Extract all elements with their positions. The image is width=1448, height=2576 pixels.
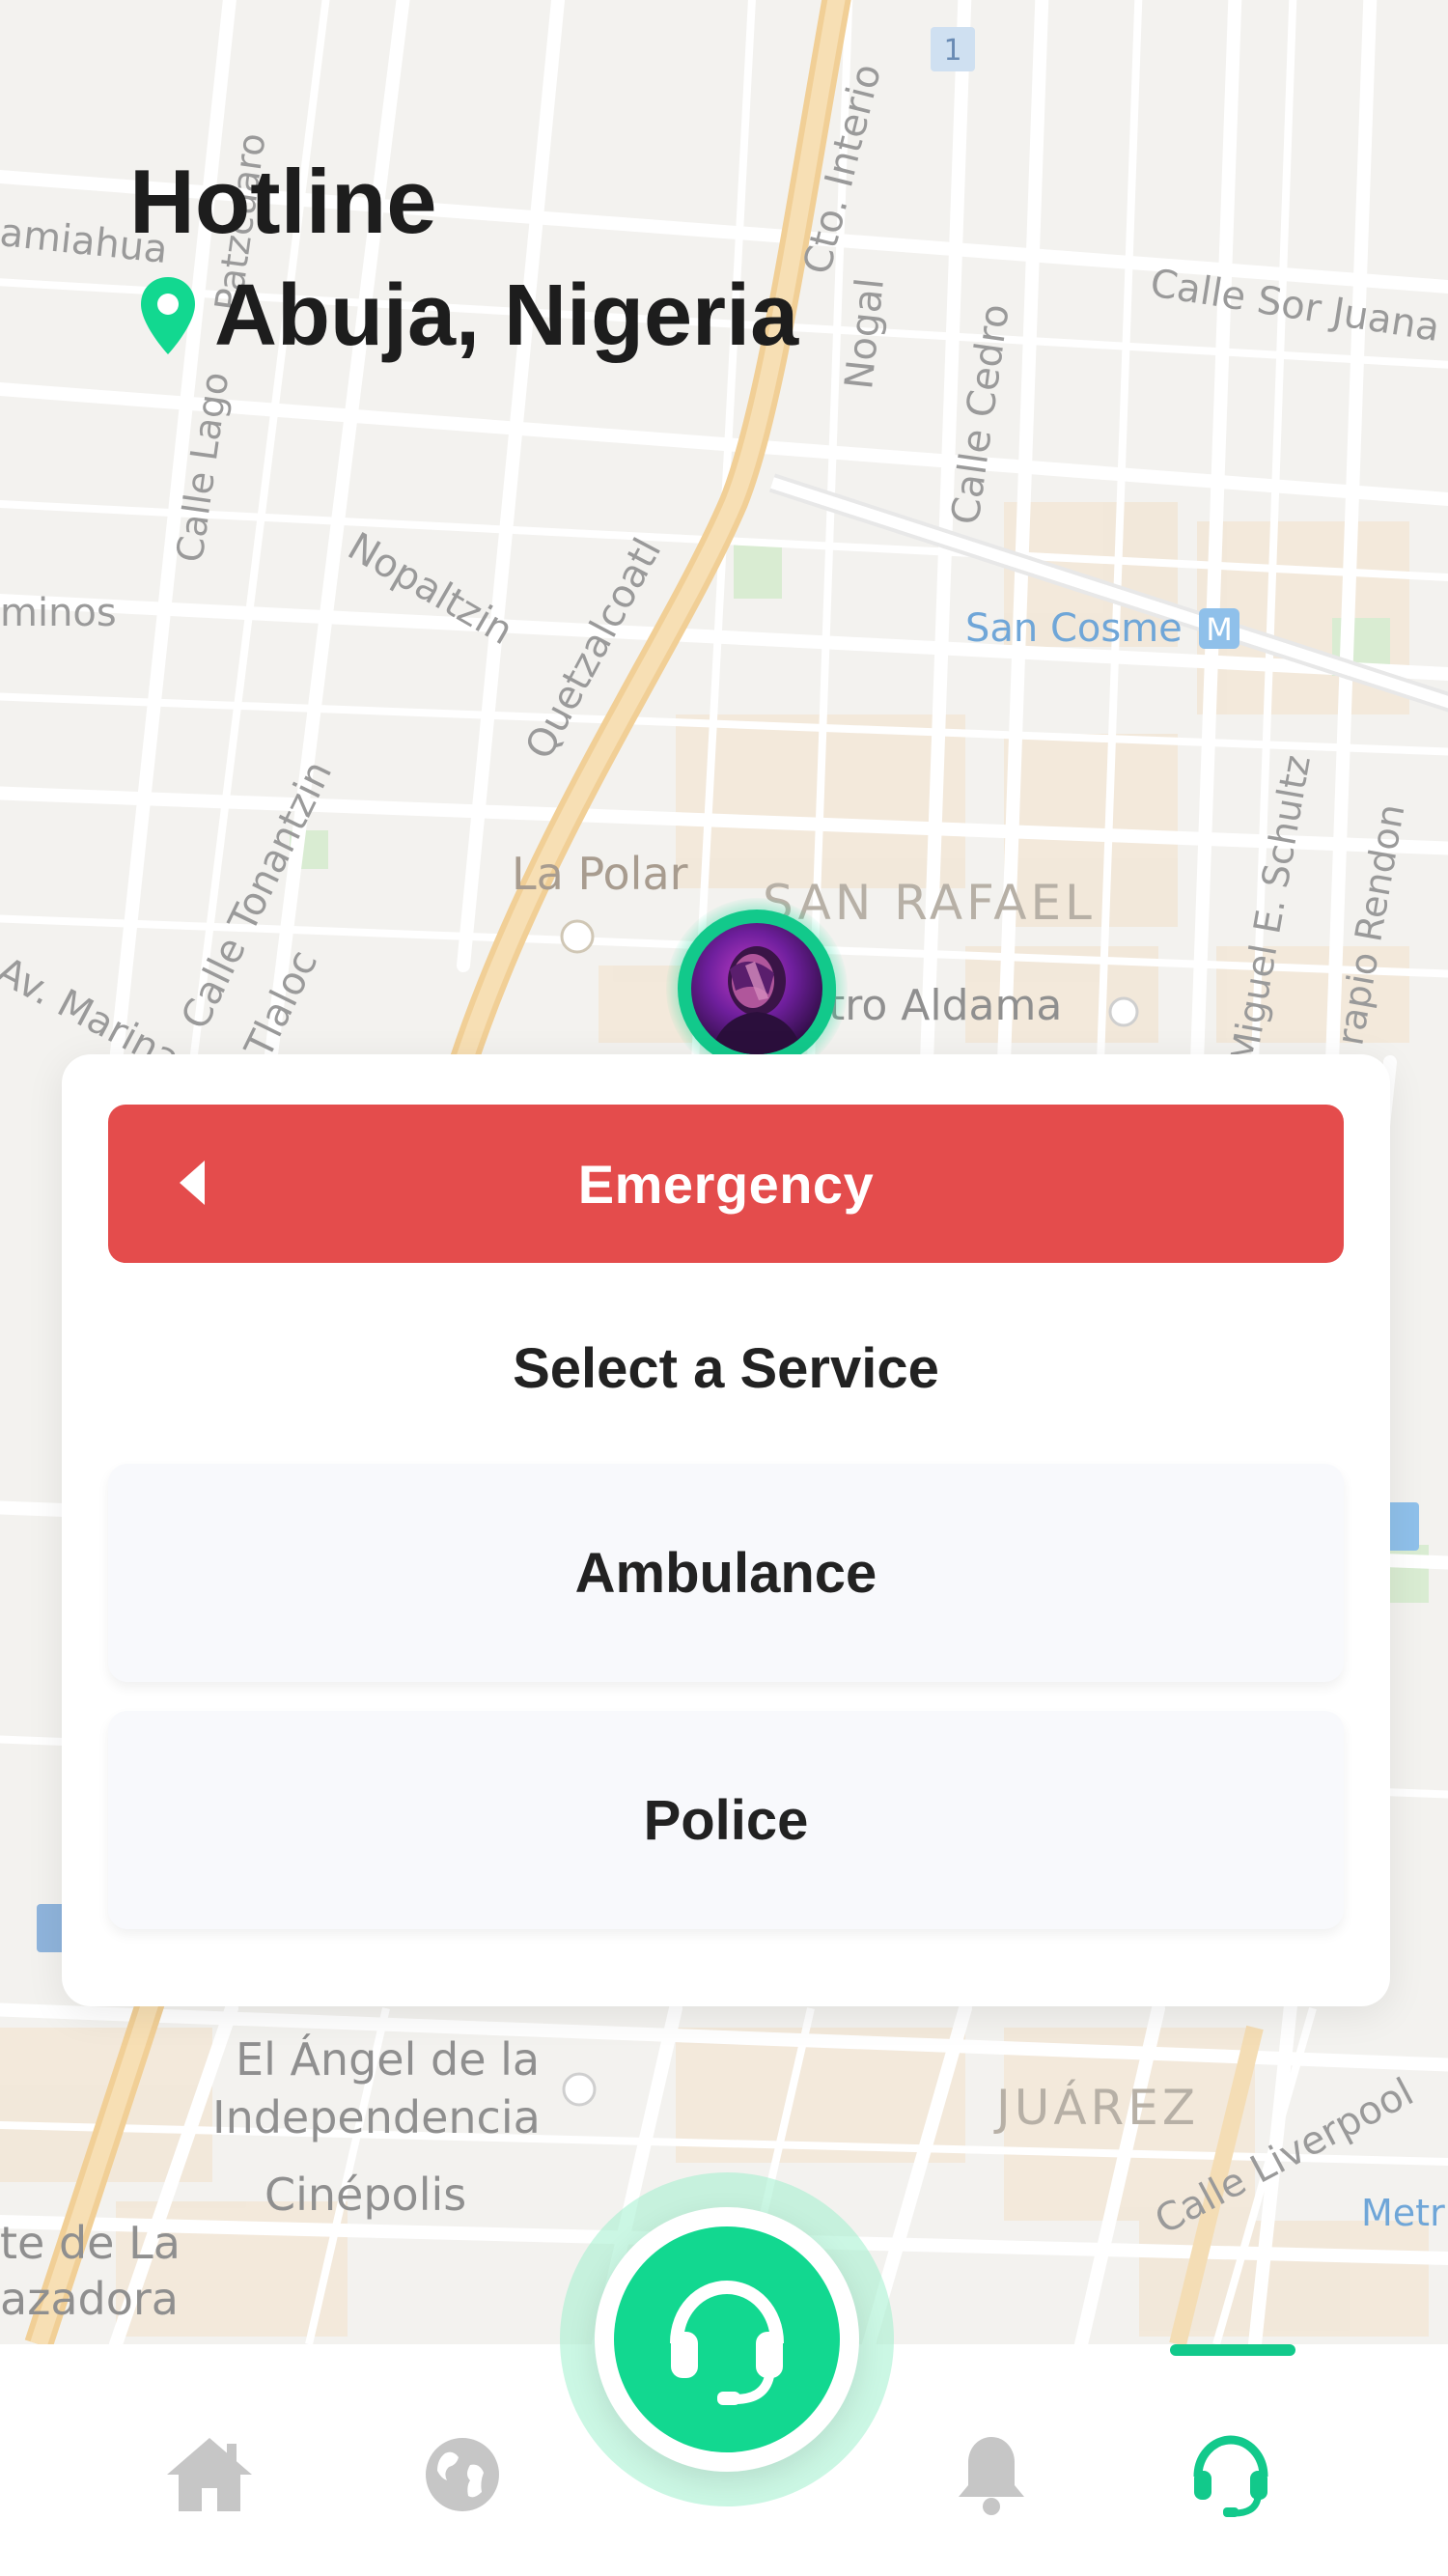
map-label: Independencia <box>212 2091 541 2143</box>
headset-icon <box>670 2280 784 2405</box>
service-card: Emergency Select a Service Ambulance Pol… <box>62 1054 1390 2006</box>
map-label: La Polar <box>512 848 688 900</box>
back-arrow-icon[interactable] <box>178 1159 207 1207</box>
metro-badge-text: M <box>1206 611 1233 648</box>
location-pin-icon <box>141 277 195 354</box>
nav-notifications[interactable] <box>938 2422 1044 2528</box>
page-header: Hotline Abuja, Nigeria <box>129 151 798 360</box>
map-label: tro Aldama <box>828 981 1063 1030</box>
headset-icon <box>1193 2435 1268 2517</box>
police-button[interactable]: Police <box>108 1711 1344 1929</box>
page-title: Hotline <box>129 151 437 252</box>
globe-icon <box>426 2438 499 2511</box>
map-label-metro: San Cosme <box>965 606 1183 651</box>
map-label-district: JUÁREZ <box>996 2080 1200 2136</box>
select-service-title: Select a Service <box>513 1337 939 1400</box>
map-label: Metr <box>1361 2192 1445 2234</box>
hotline-call-button[interactable] <box>614 2226 840 2452</box>
map-label: minos <box>0 591 117 635</box>
map-label: azadora <box>0 2273 179 2325</box>
ambulance-button[interactable]: Ambulance <box>108 1464 1344 1682</box>
nav-home[interactable] <box>156 2422 263 2528</box>
active-tab-indicator <box>1170 2344 1295 2356</box>
nav-hotline[interactable] <box>1178 2422 1284 2528</box>
emergency-header-button[interactable]: Emergency <box>108 1105 1344 1263</box>
map-label: Cinépolis <box>265 2169 467 2221</box>
avatar[interactable] <box>678 910 836 1068</box>
bell-icon <box>959 2437 1024 2515</box>
map-label: El Ángel de la <box>236 2033 541 2086</box>
location-name: Abuja, Nigeria <box>214 267 799 364</box>
location-row: Abuja, Nigeria <box>137 272 798 359</box>
map-marker-1: 1 <box>943 34 961 68</box>
home-icon <box>167 2438 252 2511</box>
emergency-label: Emergency <box>577 1153 875 1215</box>
avatar-photo <box>691 923 822 1054</box>
map-label: te de La <box>0 2217 181 2269</box>
nav-globe[interactable] <box>409 2422 515 2528</box>
